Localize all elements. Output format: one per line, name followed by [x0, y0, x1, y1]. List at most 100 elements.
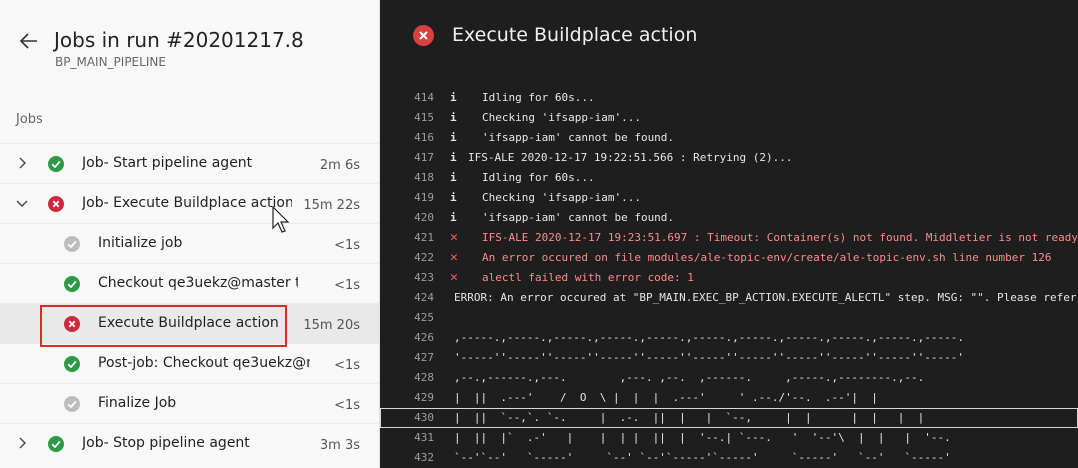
- step-label: Initialize job: [98, 235, 183, 251]
- selection-highlight-box: [40, 305, 287, 347]
- info-icon: i: [450, 151, 457, 164]
- line-number: 423: [414, 271, 434, 284]
- line-number: 417: [414, 151, 434, 164]
- info-icon: i: [450, 91, 457, 104]
- log-text: `--'`--' `-----' `--' `--'`-----'`-----'…: [454, 451, 951, 464]
- log-text: ,-----.,-----.,-----.,-----.,-----.,----…: [454, 331, 964, 344]
- pipeline-name: BP_MAIN_PIPELINE: [55, 55, 166, 69]
- job-duration: 2m 6s: [319, 158, 360, 173]
- info-icon: i: [450, 191, 457, 204]
- section-heading-jobs: Jobs: [16, 112, 43, 127]
- success-icon: [64, 356, 80, 372]
- line-number: 432: [414, 451, 434, 464]
- skipped-check-icon: [64, 396, 80, 412]
- info-icon: i: [450, 131, 457, 144]
- job-label: Job- Stop pipeline agent: [82, 435, 250, 451]
- step-duration: <1s: [334, 238, 360, 253]
- step-label: Post-job: Checkout qe3uekz@m...: [98, 355, 310, 371]
- line-number: 415: [414, 111, 434, 124]
- line-number: 430: [414, 411, 434, 424]
- log-text: alectl failed with error code: 1: [482, 271, 694, 284]
- chevron-down-icon[interactable]: [15, 196, 29, 210]
- step-duration: 15m 20s: [303, 318, 360, 333]
- log-line-error: 421 ✕ IFS-ALE 2020-12-17 19:23:51.697 : Ti…: [380, 228, 1078, 248]
- log-line: 424 ERROR: An error occured at "BP_MAIN.E…: [380, 288, 1078, 308]
- step-duration: <1s: [334, 398, 360, 413]
- log-text: | || `--,`. `-. | .-. || | | `--, | | | …: [454, 411, 925, 424]
- step-duration: <1s: [334, 358, 360, 373]
- log-output[interactable]: 414 i Idling for 60s... 415 i Checking 'ifsa…: [380, 88, 1078, 468]
- log-line: 429 | || .---' / O \ | | | .---' ' .--./'…: [380, 388, 1078, 408]
- line-number: 428: [414, 371, 434, 384]
- log-text: An error occured on file modules/ale-top…: [482, 251, 1052, 264]
- job-row[interactable]: Job- Stop pipeline agent 3m 3s: [0, 423, 379, 463]
- error-x-icon: ✕: [450, 250, 458, 265]
- step-row[interactable]: Finalize Job <1s: [0, 383, 379, 423]
- jobs-panel: Jobs in run #20201217.8 BP_MAIN_PIPELINE…: [0, 0, 380, 468]
- info-icon: i: [450, 171, 457, 184]
- log-title: Execute Buildplace action: [452, 24, 698, 46]
- error-x-icon: ✕: [450, 270, 458, 285]
- page-title: Jobs in run #20201217.8: [54, 28, 304, 52]
- log-line: 425: [380, 308, 1078, 328]
- line-number: 414: [414, 91, 434, 104]
- line-number: 418: [414, 171, 434, 184]
- log-text: Checking 'ifsapp-iam'...: [482, 191, 641, 204]
- step-row[interactable]: Post-job: Checkout qe3uekz@m... <1s: [0, 343, 379, 383]
- line-number: 426: [414, 331, 434, 344]
- chevron-right-icon[interactable]: [15, 156, 29, 170]
- log-text: Checking 'ifsapp-iam'...: [482, 111, 641, 124]
- info-icon: i: [450, 211, 457, 224]
- error-x-icon: ✕: [450, 230, 458, 245]
- success-icon: [48, 156, 64, 172]
- step-row[interactable]: Initialize job <1s: [0, 223, 379, 263]
- line-number: 416: [414, 131, 434, 144]
- log-text: | || .---' / O \ | | | .---' ' .--./'--.…: [454, 391, 878, 404]
- skipped-check-icon: [64, 236, 80, 252]
- step-duration: <1s: [334, 278, 360, 293]
- job-row[interactable]: Job- Execute Buildplace action 15m 22s: [0, 183, 379, 223]
- step-label: Finalize Job: [98, 395, 177, 411]
- line-number: 425: [414, 311, 434, 324]
- log-text: 'ifsapp-iam' cannot be found.: [482, 211, 675, 224]
- line-number: 427: [414, 351, 434, 364]
- log-line: 418 i Idling for 60s...: [380, 168, 1078, 188]
- log-line: 417 i IFS-ALE 2020-12-17 19:22:51.566 : Re…: [380, 148, 1078, 168]
- line-number: 422: [414, 251, 434, 264]
- error-icon: [413, 25, 434, 46]
- line-number: 431: [414, 431, 434, 444]
- success-icon: [64, 276, 80, 292]
- log-line: 415 i Checking 'ifsapp-iam'...: [380, 108, 1078, 128]
- line-number: 419: [414, 191, 434, 204]
- success-icon: [48, 436, 64, 452]
- mouse-cursor-icon: [272, 206, 290, 233]
- error-icon: [48, 196, 64, 212]
- log-line: 416 i 'ifsapp-iam' cannot be found.: [380, 128, 1078, 148]
- log-text: 'ifsapp-iam' cannot be found.: [482, 131, 675, 144]
- log-text: '-----''-----''-----''-----''-----''----…: [454, 351, 964, 364]
- log-line: 426 ,-----.,-----.,-----.,-----.,-----.,-…: [380, 328, 1078, 348]
- log-line: 427 '-----''-----''-----''-----''-----''-…: [380, 348, 1078, 368]
- log-line-error: 423 ✕ alectl failed with error code: 1: [380, 268, 1078, 288]
- log-line: 420 i 'ifsapp-iam' cannot be found.: [380, 208, 1078, 228]
- chevron-right-icon[interactable]: [15, 436, 29, 450]
- line-number: 420: [414, 211, 434, 224]
- step-row[interactable]: Checkout qe3uekz@master to s <1s: [0, 263, 379, 303]
- job-duration: 3m 3s: [319, 438, 360, 453]
- job-label: Job- Execute Buildplace action: [82, 195, 292, 211]
- line-number: 424: [414, 291, 434, 304]
- log-line: 432 `--'`--' `-----' `--' `--'`-----'`---…: [380, 448, 1078, 468]
- job-row[interactable]: Job- Start pipeline agent 2m 6s: [0, 143, 379, 183]
- log-text: | || |` .-' | | | | || | '--.| `---. ' '…: [454, 431, 951, 444]
- log-text: IFS-ALE 2020-12-17 19:23:51.697 : Timeou…: [482, 231, 1078, 244]
- info-icon: i: [450, 111, 457, 124]
- log-line-focused: 430 | || `--,`. `-. | .-. || | | `--, | |…: [380, 408, 1078, 428]
- back-arrow-icon[interactable]: [18, 30, 40, 52]
- log-line: 431 | || |` .-' | | | | || | '--.| `---. …: [380, 428, 1078, 448]
- log-text: Idling for 60s...: [482, 91, 595, 104]
- log-panel: Execute Buildplace action 414 i Idling for…: [380, 0, 1078, 468]
- job-duration: 15m 22s: [303, 198, 360, 213]
- log-text: ,--.,------.,---. ,---. ,--. ,------. ,-…: [454, 371, 925, 384]
- log-line: 419 i Checking 'ifsapp-iam'...: [380, 188, 1078, 208]
- log-text: ERROR: An error occured at "BP_MAIN.EXEC…: [454, 291, 1077, 304]
